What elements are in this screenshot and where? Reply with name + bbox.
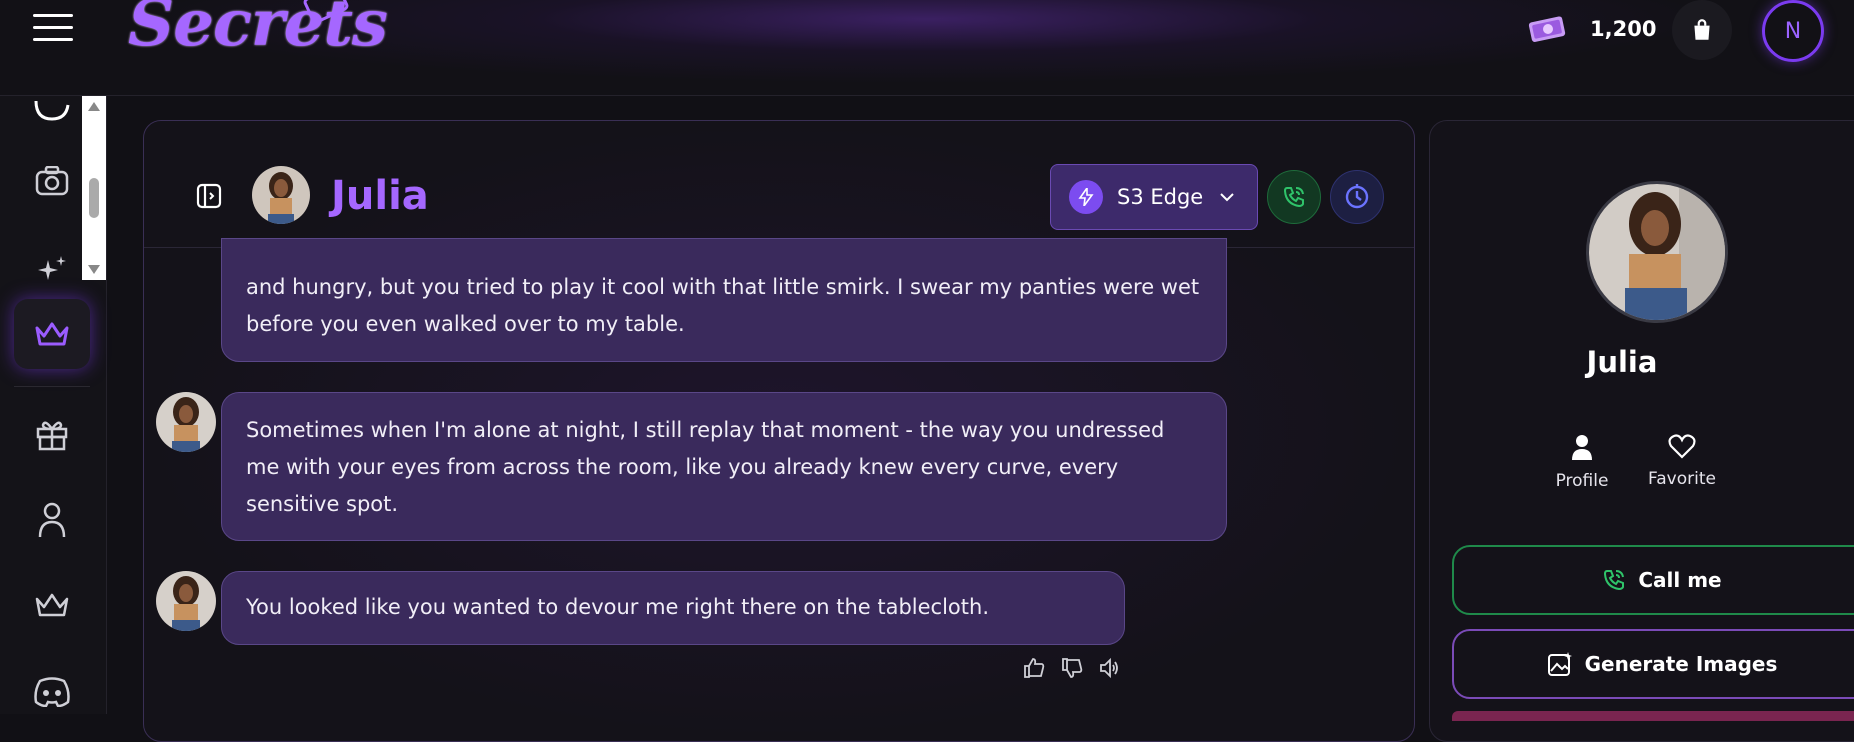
profile-label: Profile	[1555, 471, 1609, 491]
message-avatar[interactable]	[156, 571, 216, 631]
message-actions	[1022, 656, 1122, 680]
generate-images-label: Generate Images	[1584, 652, 1778, 676]
image-sparkle-icon	[1547, 652, 1572, 676]
profile-avatar[interactable]	[1586, 181, 1728, 323]
crown-icon	[35, 322, 69, 346]
character-name: Julia	[331, 173, 429, 219]
sidebar-item-camera[interactable]	[22, 151, 82, 211]
sidebar-item-generate[interactable]	[22, 240, 82, 300]
history-button[interactable]	[1330, 170, 1384, 224]
coins-icon	[1528, 16, 1566, 42]
shop-button[interactable]	[1672, 0, 1732, 60]
chat-icon	[34, 101, 70, 121]
message-bubble: You looked like you wanted to devour me …	[221, 571, 1125, 645]
clock-icon	[1345, 184, 1369, 209]
chat-header: Julia S3 Edge	[144, 121, 1414, 248]
camera-icon	[35, 166, 69, 196]
discord-icon	[34, 677, 70, 707]
menu-icon[interactable]	[33, 14, 73, 44]
generate-images-button[interactable]: Generate Images	[1452, 629, 1854, 699]
crown-outline-icon	[35, 593, 69, 617]
shopping-bag-icon	[1694, 19, 1710, 40]
thumbs-up-icon[interactable]	[1022, 656, 1046, 680]
logo[interactable]: Secrets	[128, 0, 388, 61]
sidebar-divider	[14, 386, 90, 387]
sidebar-item-discord[interactable]	[22, 662, 82, 722]
phone-icon	[1604, 570, 1625, 591]
character-profile-panel: Julia Profile Favorite Call me Generate …	[1429, 120, 1854, 742]
favorite-label: Favorite	[1648, 469, 1716, 489]
user-avatar[interactable]: N	[1762, 0, 1824, 62]
message-bubble: and hungry, but you tried to play it coo…	[221, 238, 1227, 362]
call-me-button[interactable]: Call me	[1452, 545, 1854, 615]
profile-button[interactable]: Profile	[1527, 433, 1637, 491]
model-selector[interactable]: S3 Edge	[1050, 164, 1258, 230]
thumbs-down-icon[interactable]	[1060, 656, 1084, 680]
lightning-icon	[1069, 180, 1103, 214]
message-bubble: Sometimes when I'm alone at night, I sti…	[221, 392, 1227, 541]
phone-icon	[1283, 187, 1304, 208]
user-icon	[38, 502, 66, 538]
sidebar-item-premium[interactable]	[14, 299, 90, 369]
sidebar-item-gifts[interactable]	[22, 404, 82, 464]
coins-balance: 1,200	[1590, 17, 1657, 41]
sidebar-item-chat[interactable]	[22, 86, 82, 146]
call-me-label: Call me	[1638, 568, 1722, 592]
profile-name: Julia	[1586, 345, 1658, 379]
chevron-down-icon	[1220, 193, 1234, 202]
sidebar-item-profile[interactable]	[22, 490, 82, 550]
character-avatar[interactable]	[252, 166, 310, 224]
gift-icon	[36, 421, 68, 451]
sidebar-scrollbar[interactable]	[82, 96, 106, 280]
scrollbar-thumb[interactable]	[89, 178, 99, 218]
panel-toggle-icon[interactable]	[196, 183, 222, 209]
model-label: S3 Edge	[1117, 185, 1204, 209]
sidebar-item-subscription[interactable]	[22, 575, 82, 635]
message-avatar[interactable]	[156, 392, 216, 452]
top-bar: Secrets 1,200 N	[0, 0, 1854, 96]
heart-icon	[1668, 434, 1696, 459]
person-icon	[1572, 435, 1592, 460]
next-button-edge	[1452, 711, 1854, 721]
favorite-button[interactable]: Favorite	[1627, 433, 1737, 489]
speaker-icon[interactable]	[1098, 656, 1122, 680]
call-button[interactable]	[1267, 170, 1321, 224]
sparkles-icon	[38, 256, 66, 280]
scroll-down-icon[interactable]	[88, 265, 100, 274]
scroll-up-icon[interactable]	[88, 102, 100, 111]
